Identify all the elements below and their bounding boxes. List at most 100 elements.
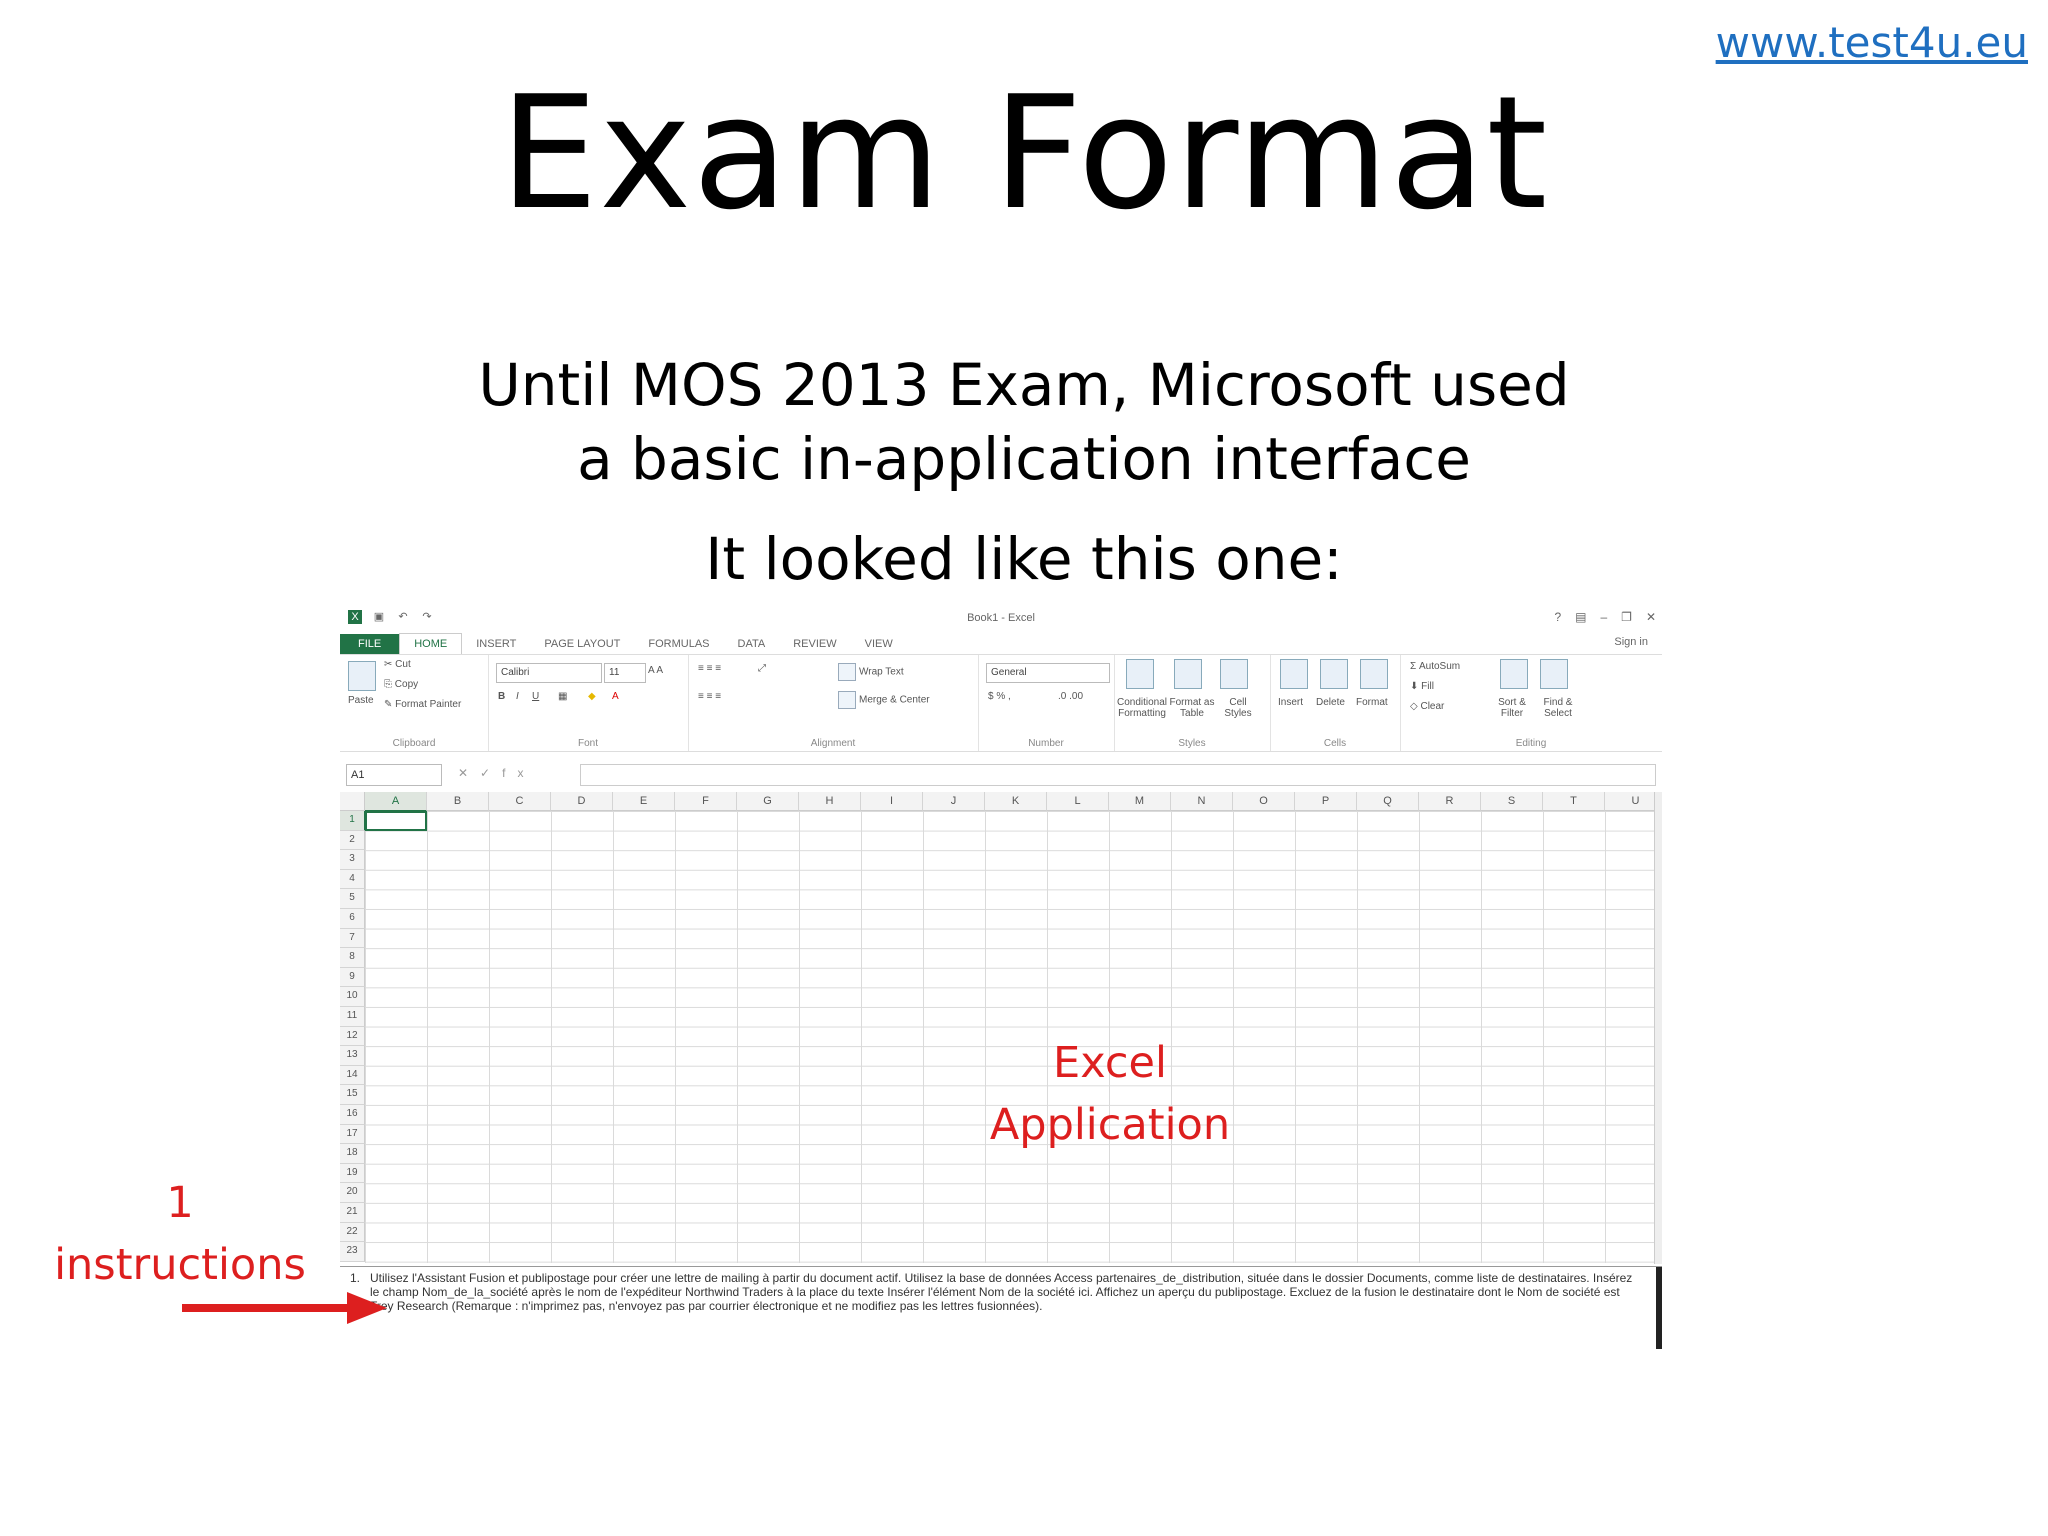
column-header[interactable]: F [675, 792, 737, 811]
borders-icon[interactable]: ▦ [558, 691, 567, 702]
tab-file[interactable]: FILE [340, 634, 400, 654]
instructions-scrollbar[interactable] [1656, 1267, 1662, 1349]
row-header[interactable]: 16 [340, 1105, 365, 1125]
row-header[interactable]: 13 [340, 1046, 365, 1066]
fx-icon[interactable]: ✕✓fx [458, 766, 535, 780]
font-color-icon[interactable]: A [612, 691, 619, 702]
close-icon[interactable]: ✕ [1646, 610, 1656, 624]
fill-button[interactable]: ⬇ Fill [1410, 681, 1434, 692]
tab-data[interactable]: DATA [724, 634, 780, 654]
row-header[interactable]: 1 [340, 811, 366, 831]
name-box[interactable]: A1 [346, 764, 442, 786]
active-cell[interactable] [365, 811, 427, 831]
column-header[interactable]: O [1233, 792, 1295, 811]
cell-styles-icon[interactable] [1220, 659, 1248, 692]
column-header[interactable]: K [985, 792, 1047, 811]
row-header[interactable]: 14 [340, 1065, 365, 1086]
row-header[interactable]: 11 [340, 1007, 365, 1027]
format-painter-label: Format Painter [395, 699, 462, 710]
insert-cells-icon[interactable] [1280, 659, 1308, 692]
conditional-formatting-icon[interactable] [1126, 659, 1154, 692]
row-header[interactable]: 9 [340, 967, 365, 988]
tab-insert[interactable]: INSERT [462, 634, 530, 654]
copy-button[interactable]: ⎘ Copy [384, 679, 418, 690]
clear-button[interactable]: ◇ Clear [1410, 701, 1444, 712]
column-header[interactable]: C [489, 792, 551, 811]
sign-in-link[interactable]: Sign in [1614, 636, 1648, 648]
row-header[interactable]: 4 [340, 869, 365, 890]
row-header[interactable]: 5 [340, 889, 365, 909]
ribbon-display-icon[interactable]: ▤ [1575, 610, 1586, 624]
select-all-corner[interactable] [340, 792, 365, 811]
tab-page-layout[interactable]: PAGE LAYOUT [530, 634, 634, 654]
column-header[interactable]: P [1295, 792, 1357, 811]
column-header[interactable]: T [1543, 792, 1605, 811]
row-header[interactable]: 7 [340, 928, 365, 949]
minimize-icon[interactable]: – [1600, 610, 1607, 624]
sort-filter-label: Sort & Filter [1498, 697, 1526, 719]
row-header[interactable]: 12 [340, 1026, 365, 1047]
column-header[interactable]: R [1419, 792, 1481, 811]
column-header[interactable]: N [1171, 792, 1233, 811]
italic-icon[interactable]: I [516, 691, 519, 702]
column-header[interactable]: I [861, 792, 923, 811]
row-header[interactable]: 2 [340, 830, 365, 851]
align-top-icon[interactable]: ≡ ≡ ≡ [698, 663, 721, 674]
merge-center-button[interactable]: Merge & Center [838, 691, 930, 709]
bold-icon[interactable]: B [498, 691, 505, 702]
row-header[interactable]: 6 [340, 909, 365, 929]
autosum-button[interactable]: Σ AutoSum [1410, 661, 1460, 672]
font-name-select[interactable]: Calibri [496, 663, 602, 683]
decimal-icon[interactable]: .0 .00 [1058, 691, 1083, 702]
grow-font-icon[interactable]: A A [648, 665, 663, 676]
column-header[interactable]: B [427, 792, 489, 811]
column-header[interactable]: L [1047, 792, 1109, 811]
column-header[interactable]: G [737, 792, 799, 811]
row-header[interactable]: 22 [340, 1222, 365, 1243]
row-header[interactable]: 10 [340, 987, 365, 1007]
tab-formulas[interactable]: FORMULAS [634, 634, 723, 654]
tab-review[interactable]: REVIEW [779, 634, 850, 654]
underline-icon[interactable]: U [532, 691, 539, 702]
format-table-icon[interactable] [1174, 659, 1202, 692]
find-select-icon[interactable] [1540, 659, 1568, 692]
fill-color-icon[interactable]: ◆ [588, 691, 596, 702]
format-painter-button[interactable]: ✎ Format Painter [384, 699, 461, 710]
tab-home[interactable]: HOME [399, 633, 463, 654]
row-header[interactable]: 19 [340, 1163, 365, 1184]
column-header[interactable]: D [551, 792, 613, 811]
insert-label: Insert [1278, 697, 1304, 708]
help-icon[interactable]: ? [1554, 610, 1561, 624]
row-header[interactable]: 21 [340, 1203, 365, 1223]
wrap-text-button[interactable]: Wrap Text [838, 663, 904, 681]
row-header[interactable]: 8 [340, 948, 365, 968]
column-header[interactable]: M [1109, 792, 1171, 811]
row-header[interactable]: 20 [340, 1183, 365, 1203]
column-header[interactable]: Q [1357, 792, 1419, 811]
website-link[interactable]: www.test4u.eu [1716, 18, 2028, 67]
paste-button[interactable] [348, 661, 376, 694]
column-header[interactable]: H [799, 792, 861, 811]
row-header[interactable]: 3 [340, 850, 365, 870]
accounting-icon[interactable]: $ % , [988, 691, 1011, 702]
vertical-scrollbar[interactable] [1654, 792, 1662, 1264]
delete-cells-icon[interactable] [1320, 659, 1348, 692]
row-header[interactable]: 17 [340, 1124, 365, 1145]
orientation-icon[interactable]: ⤢ [758, 663, 766, 674]
column-header[interactable]: E [613, 792, 675, 811]
column-header[interactable]: J [923, 792, 985, 811]
align-left-icon[interactable]: ≡ ≡ ≡ [698, 691, 721, 702]
column-header[interactable]: A [365, 792, 427, 812]
formula-input[interactable] [580, 764, 1656, 786]
row-header[interactable]: 15 [340, 1085, 365, 1105]
row-header[interactable]: 18 [340, 1144, 365, 1164]
sort-filter-icon[interactable] [1500, 659, 1528, 692]
format-cells-icon[interactable] [1360, 659, 1388, 692]
tab-view[interactable]: VIEW [851, 634, 907, 654]
column-header[interactable]: S [1481, 792, 1543, 811]
cut-button[interactable]: ✂ Cut [384, 659, 411, 670]
restore-icon[interactable]: ❐ [1621, 610, 1632, 624]
row-header[interactable]: 23 [340, 1242, 365, 1262]
font-size-select[interactable]: 11 [604, 663, 646, 683]
number-format-select[interactable]: General [986, 663, 1110, 683]
